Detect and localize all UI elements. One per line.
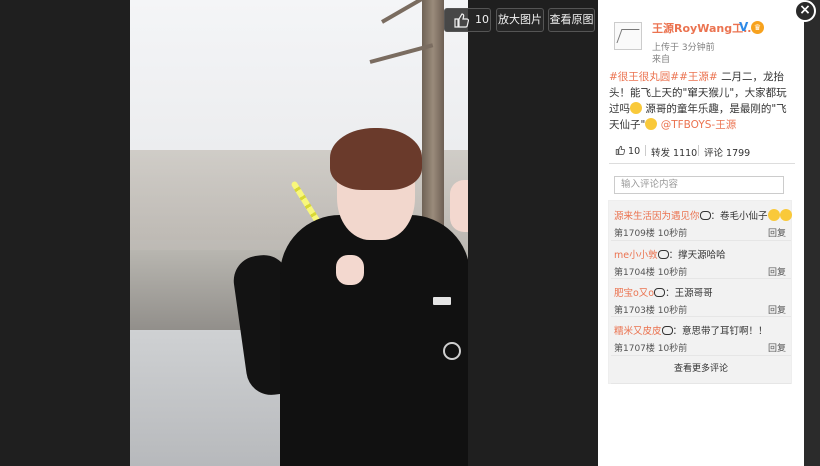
- comment-input[interactable]: 输入评论内容: [614, 176, 784, 194]
- panda-icon: [654, 288, 666, 297]
- photo-hair: [330, 128, 422, 190]
- stat-divider: [698, 145, 699, 156]
- close-button[interactable]: ×: [794, 0, 816, 22]
- like-stat[interactable]: 10: [615, 145, 640, 157]
- more-comments-link[interactable]: 查看更多评论: [611, 358, 791, 380]
- comment-meta: 第1707楼 10秒前: [614, 344, 688, 354]
- repost-stat[interactable]: 转发 1110: [651, 145, 697, 159]
- verified-icon: V: [739, 20, 749, 34]
- comment-item: me小小敦 ：撑天源哈哈 第1704楼 10秒前 回复: [614, 247, 790, 278]
- panda-icon: [657, 250, 669, 259]
- comment-text: ：撑天源哈哈: [668, 250, 726, 261]
- photo-jacket-ring: [443, 342, 461, 360]
- panda-icon: [699, 211, 711, 220]
- comment-stat[interactable]: 评论 1799: [704, 145, 750, 159]
- divider: [611, 316, 791, 317]
- comment-text: ：意思带了耳钉啊！！: [672, 326, 768, 337]
- thumbs-up-icon: [454, 13, 469, 28]
- comment-meta: 第1704楼 10秒前: [614, 268, 688, 278]
- divider: [611, 278, 791, 279]
- like-button[interactable]: 10: [444, 8, 491, 32]
- divider: [611, 355, 791, 356]
- like-stat-count: 10: [628, 146, 641, 157]
- comment-item: 肥宝o又o ：王源哥哥 第1703楼 10秒前 回复: [614, 285, 790, 316]
- comment-item: 糯米又皮皮 ：意思带了耳钉啊！！ 第1707楼 10秒前 回复: [614, 323, 790, 354]
- vip-badge-icon: ♛: [751, 21, 764, 34]
- post-stats: 10 转发 1110 评论 1799: [609, 141, 795, 161]
- comment-nick[interactable]: 源来生活因为遇见你: [614, 211, 700, 222]
- divider: [611, 383, 791, 384]
- mention-link[interactable]: @TFBOYS-王源: [661, 119, 737, 131]
- image-viewer: 10 放大图片 查看原图 × 王源RoyWang工... V ♛ 上传于 3分钟…: [0, 0, 820, 466]
- photo-jacket-patch: [433, 297, 451, 305]
- main-photo[interactable]: [130, 0, 468, 466]
- photo-jacket: [280, 215, 468, 466]
- divider: [609, 163, 795, 164]
- photo-hand-right: [450, 180, 468, 232]
- post-source: 来自: [652, 55, 671, 65]
- scrollbar-gutter[interactable]: [804, 0, 820, 466]
- reply-link[interactable]: 回复: [768, 226, 786, 239]
- reply-link[interactable]: 回复: [768, 303, 786, 316]
- emoji-icon: [645, 118, 658, 130]
- stat-divider: [645, 145, 646, 156]
- emoji-icon: [767, 209, 780, 221]
- zoom-image-button[interactable]: 放大图片: [496, 8, 544, 32]
- post-text: #很王很丸圆##王源# 二月二，龙抬头！能飞上天的"窜天猴儿"，大家都玩过吗 源…: [609, 69, 795, 133]
- hashtag-link[interactable]: #王源#: [679, 71, 718, 83]
- avatar-signature-icon: [616, 29, 640, 43]
- divider: [611, 240, 791, 241]
- comment-meta: 第1709楼 10秒前: [614, 229, 688, 239]
- comment-text: ：王源哥哥: [665, 288, 713, 299]
- like-count: 10: [475, 13, 489, 26]
- thumbs-up-icon: [615, 145, 626, 155]
- avatar[interactable]: [614, 22, 642, 50]
- hashtag-link[interactable]: #很王很丸圆#: [609, 71, 679, 83]
- emoji-icon: [779, 209, 792, 221]
- comment-nick[interactable]: me小小敦: [614, 250, 658, 261]
- view-original-button[interactable]: 查看原图: [548, 8, 595, 32]
- comment-nick[interactable]: 肥宝o又o: [614, 288, 654, 299]
- comment-nick[interactable]: 糯米又皮皮: [614, 326, 662, 337]
- reply-link[interactable]: 回复: [768, 341, 786, 354]
- comment-text: ：卷毛小仙子: [710, 211, 768, 222]
- comment-meta: 第1703楼 10秒前: [614, 306, 688, 316]
- reply-link[interactable]: 回复: [768, 265, 786, 278]
- photo-hand-left: [336, 255, 364, 285]
- panda-icon: [661, 326, 673, 335]
- comment-item: 源来生活因为遇见你 ：卷毛小仙子 第1709楼 10秒前 回复: [614, 208, 792, 239]
- emoji-icon: [630, 102, 642, 114]
